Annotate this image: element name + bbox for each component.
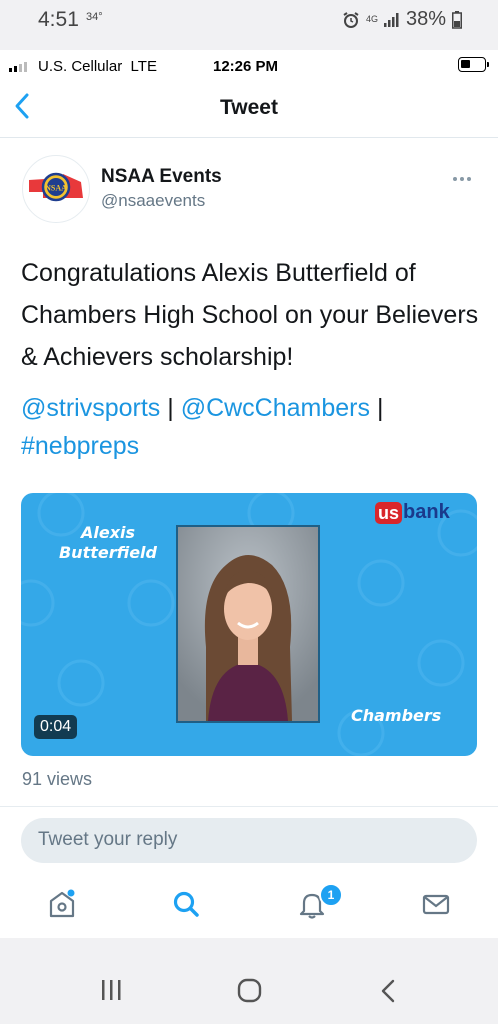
tab-search[interactable]: [166, 884, 206, 924]
home-button[interactable]: [237, 978, 263, 1009]
mail-icon: [422, 894, 450, 915]
android-temperature: 34°: [86, 11, 103, 23]
back-arrow-icon: [381, 979, 395, 1003]
alarm-icon: [343, 11, 359, 28]
tab-messages[interactable]: [416, 884, 456, 924]
view-count: 91 views: [22, 769, 93, 789]
android-clock: 4:51: [38, 8, 79, 31]
media-student-name: Alexis Butterfield: [58, 523, 157, 562]
android-nav-bar: [0, 938, 498, 1024]
nsaa-logo-icon: NSAA: [29, 172, 83, 202]
recents-icon: [102, 980, 121, 1000]
usbank-logo: us bank: [375, 501, 450, 524]
tweet-links: @strivsports | @CwcChambers | #nebpreps: [21, 389, 481, 465]
android-home-icon: [237, 978, 262, 1003]
mention-link-strivsports[interactable]: @strivsports: [21, 394, 160, 422]
ios-battery-icon: [458, 57, 486, 72]
battery-icon: [452, 10, 462, 29]
battery-percent: 38%: [405, 8, 446, 30]
notification-badge: 1: [319, 883, 343, 907]
network-type: 4G: [365, 14, 378, 24]
more-icon: [453, 177, 471, 181]
tweet-text: Congratulations Alexis Butterfield of Ch…: [21, 259, 479, 371]
signal-icon: [383, 12, 399, 27]
video-duration-badge: 0:04: [34, 715, 78, 739]
home-icon: [49, 889, 75, 918]
divider: [0, 806, 498, 807]
android-status-icons: 4G 38%: [342, 8, 462, 31]
search-icon: [173, 891, 199, 917]
ios-clock: 12:26 PM: [213, 58, 279, 75]
carrier-label: U.S. Cellular LTE: [38, 58, 157, 75]
reply-placeholder: Tweet your reply: [38, 829, 178, 850]
avatar-text: NSAA: [45, 184, 67, 193]
link-separator: |: [370, 394, 384, 422]
page-title: Tweet: [220, 96, 278, 119]
link-separator: |: [160, 394, 181, 422]
video-media-card[interactable]: Alexis Butterfield us bank Chambers 0:04: [21, 493, 477, 756]
mention-link-cwcchambers[interactable]: @CwcChambers: [181, 394, 370, 422]
student-photo: [176, 525, 320, 723]
avatar[interactable]: NSAA: [22, 155, 90, 223]
tab-home[interactable]: [42, 884, 82, 924]
media-school-name: Chambers: [351, 706, 442, 725]
recents-button[interactable]: [100, 979, 122, 1006]
cell-signal-icon: [9, 61, 27, 72]
display-name[interactable]: NSAA Events: [101, 166, 222, 188]
ios-battery-cap: [487, 62, 489, 67]
hashtag-link-nebpreps[interactable]: #nebpreps: [21, 432, 139, 460]
more-options-button[interactable]: [452, 166, 472, 187]
android-back-button[interactable]: [378, 978, 398, 1009]
user-handle[interactable]: @nsaaevents: [101, 191, 205, 211]
